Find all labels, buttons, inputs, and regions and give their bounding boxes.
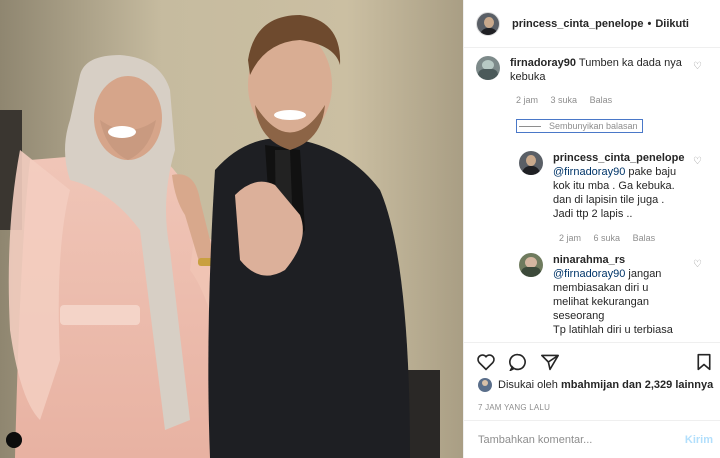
comment-time: 2 jam [516,95,539,105]
liker-avatar[interactable] [478,378,492,392]
reply-username[interactable]: ninarahma_rs [553,253,683,267]
hide-replies-line [519,125,541,127]
reply-username[interactable]: princess_cinta_penelope [553,151,684,165]
comment-likes[interactable]: 3 suka [551,95,578,105]
post-actions [464,342,720,382]
post-details-panel: princess_cinta_penelope • Diikuti firnad… [463,0,720,458]
comment-input[interactable] [478,433,658,446]
reply-item: ninarahma_rs @firnadoray90 jangan membia… [519,253,683,337]
hide-replies-button[interactable]: Sembunyikan balasan [516,119,643,133]
share-icon[interactable] [540,353,560,371]
reply-like-heart-icon[interactable]: ♡ [693,259,702,270]
hide-replies-label[interactable]: Sembunyikan balasan [549,121,638,131]
replier-avatar[interactable] [519,253,543,277]
comment-item: firnadoray90 Tumben ka dada nya kebuka [476,56,695,84]
comment-username[interactable]: firnadoray90 [510,57,576,69]
reply-button[interactable]: Balas [590,95,613,105]
following-button[interactable]: Diikuti [655,18,689,30]
reply-mention[interactable]: @firnadoray90 [553,268,625,280]
liker-username[interactable]: mbahmijan [561,379,619,391]
replier-avatar[interactable] [519,151,543,175]
post-photo[interactable] [0,0,463,458]
comments-list[interactable]: firnadoray90 Tumben ka dada nya kebuka ♡… [464,49,720,342]
likes-prefix: Disukai oleh [498,379,558,391]
send-comment-button[interactable]: Kirim [685,434,713,446]
reply-mention[interactable]: @firnadoray90 [553,166,625,178]
comment-like-heart-icon[interactable]: ♡ [693,61,702,72]
reply-reply-button[interactable]: Balas [633,233,656,243]
likes-summary[interactable]: Disukai oleh mbahmijan dan 2,329 lainnya [478,378,713,392]
post-image [0,0,463,458]
post-time-ago: 7 JAM YANG LALU [478,403,551,412]
comment-icon[interactable] [508,353,528,371]
author-username[interactable]: princess_cinta_penelope [512,18,643,30]
commenter-avatar[interactable] [476,56,500,80]
reply-time: 2 jam [559,233,582,243]
author-avatar[interactable] [476,11,500,36]
reply-text-continued: Tp latihlah diri u terbiasa [553,324,673,336]
add-comment-bar: Kirim [464,420,720,458]
heart-icon[interactable] [476,353,496,371]
bookmark-icon[interactable] [696,353,712,371]
header-separator: • [647,17,652,30]
reply-item: princess_cinta_penelope @firnadoray90 pa… [519,151,684,221]
carousel-indicator-icon [6,432,22,448]
reply-like-heart-icon[interactable]: ♡ [693,156,702,167]
likes-count[interactable]: dan 2,329 lainnya [622,379,713,391]
reply-likes[interactable]: 6 suka [594,233,621,243]
post-header: princess_cinta_penelope • Diikuti [464,0,720,48]
